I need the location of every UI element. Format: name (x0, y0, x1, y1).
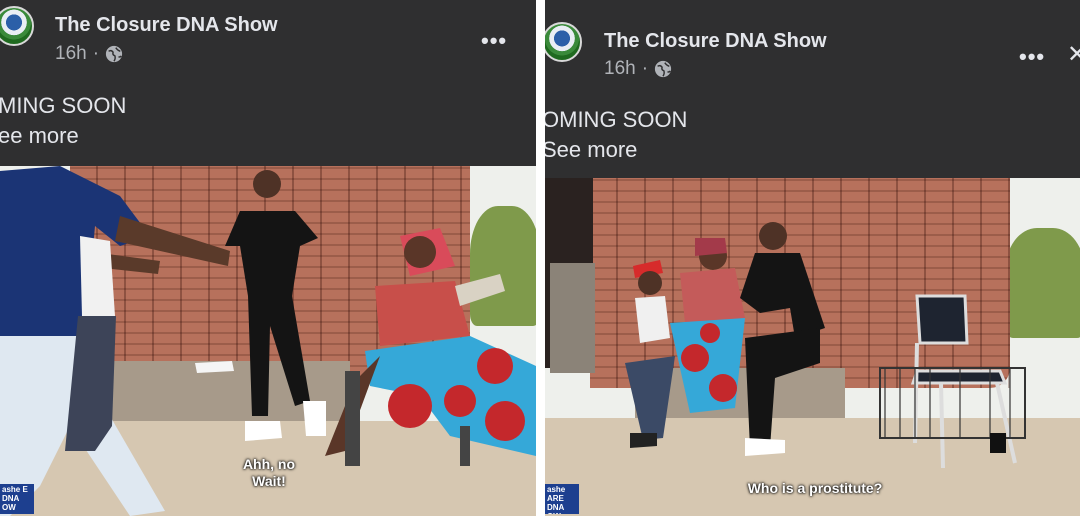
see-more-link[interactable]: See more (545, 137, 637, 163)
post-meta: 16h · (55, 43, 123, 65)
more-options-button[interactable]: ••• (1019, 46, 1045, 68)
more-options-button[interactable]: ••• (481, 30, 507, 52)
video-player[interactable]: Who is a prostitute? ashe ARE DNA OW (545, 178, 1080, 516)
show-logo-badge: ashe ARE DNA OW (545, 484, 579, 514)
meta-separator: · (92, 43, 100, 64)
more-horizontal-icon: ••• (1019, 44, 1046, 69)
page-name-link[interactable]: The Closure DNA Show (55, 14, 278, 37)
globe-icon (654, 60, 672, 78)
post-timestamp[interactable]: 16h (55, 43, 87, 65)
page-avatar[interactable] (0, 6, 34, 46)
post-card-left: The Closure DNA Show 16h · ••• MING SOON… (0, 0, 536, 516)
close-icon: ✕ (1067, 41, 1080, 68)
video-subtitle: Who is a prostitute? (747, 480, 883, 496)
show-logo-badge: ashe E DNA OW (0, 484, 34, 514)
post-text: OMING SOON (545, 107, 688, 132)
video-player[interactable]: Ahh, no Wait! ashe E DNA OW (0, 166, 536, 516)
globe-icon (105, 45, 123, 63)
post-meta: 16h · (604, 58, 672, 80)
close-button[interactable]: ✕ (1067, 40, 1080, 69)
video-subtitle: Ahh, no Wait! (242, 456, 296, 489)
video-scene (625, 222, 1026, 469)
post-card-right: The Closure DNA Show 16h · ••• ✕ OMING S… (545, 0, 1080, 516)
post-text: MING SOON (0, 93, 127, 118)
page-name-link[interactable]: The Closure DNA Show (604, 30, 827, 53)
see-more-link[interactable]: ee more (0, 123, 79, 149)
more-horizontal-icon: ••• (481, 28, 508, 53)
page-avatar[interactable] (545, 22, 582, 62)
image-separator (536, 0, 545, 516)
meta-separator: · (641, 58, 649, 79)
post-timestamp[interactable]: 16h (604, 58, 636, 80)
